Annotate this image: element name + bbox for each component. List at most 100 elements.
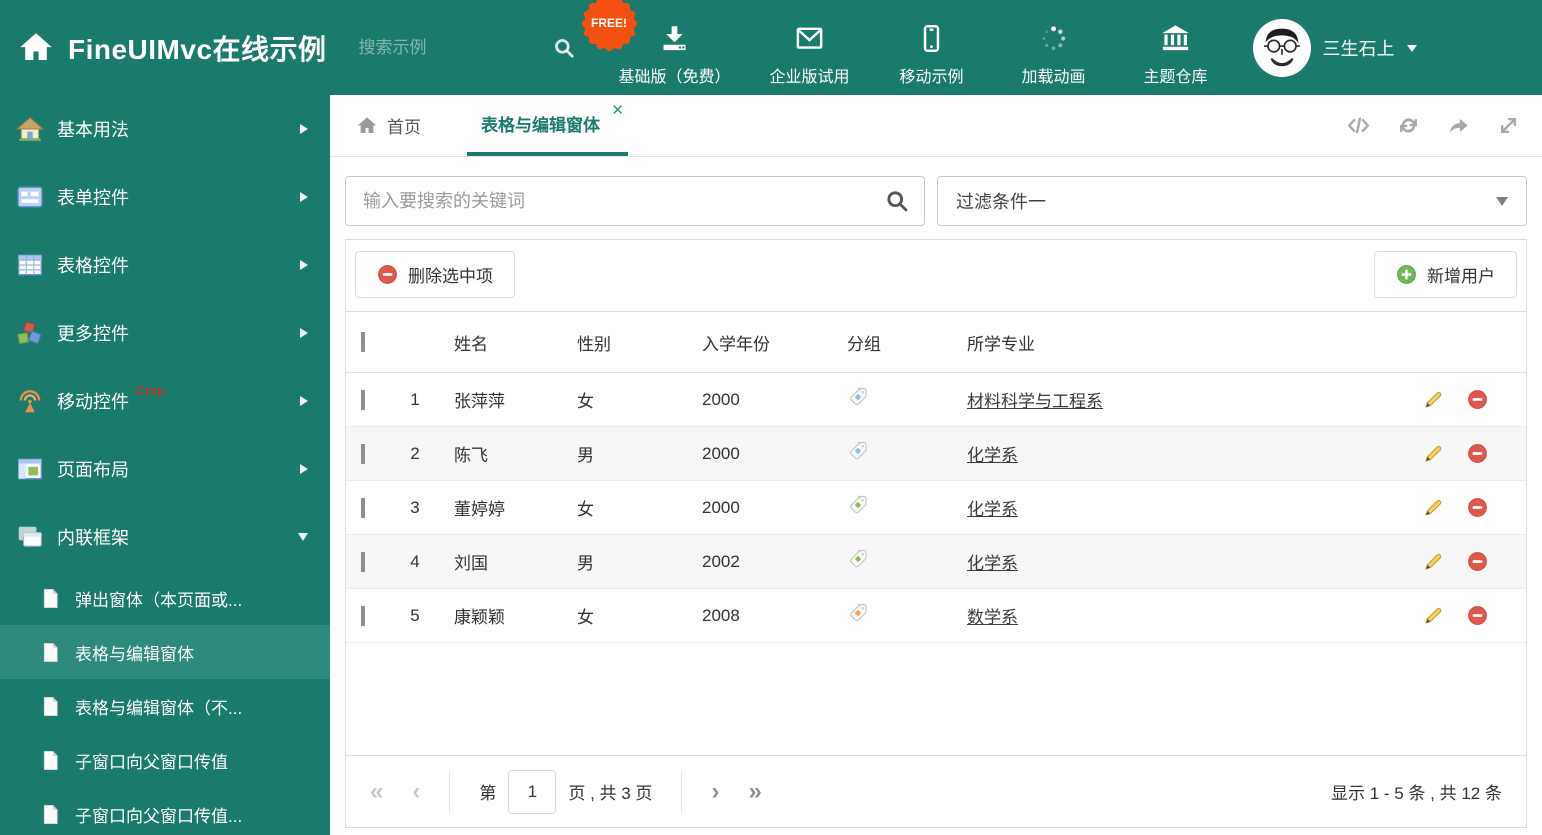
edit-row-icon[interactable] xyxy=(1423,497,1444,518)
row-checkbox[interactable] xyxy=(361,443,365,464)
keyword-search-input[interactable] xyxy=(361,189,885,213)
sidebar-subitem-popup-window[interactable]: 弹出窗体（本页面或... xyxy=(0,571,330,625)
first-page-button[interactable]: « xyxy=(370,779,383,804)
header-search-input[interactable] xyxy=(356,36,545,59)
chevron-right-icon xyxy=(300,124,308,134)
close-icon[interactable]: ✕ xyxy=(611,103,624,118)
row-year: 2002 xyxy=(702,551,740,571)
page-icon xyxy=(40,642,61,663)
main-area: 首页 表格与编辑窗体 ✕ 过滤条件一 删除选中项 xyxy=(330,95,1542,835)
column-major: 所学专业 xyxy=(967,334,1035,354)
chevron-down-icon xyxy=(1496,196,1508,206)
code-icon[interactable] xyxy=(1347,114,1370,137)
search-icon[interactable] xyxy=(885,189,909,213)
row-checkbox[interactable] xyxy=(361,389,365,410)
tab-grid-edit-window[interactable]: 表格与编辑窗体 ✕ xyxy=(467,95,628,156)
sidebar-item-table-controls[interactable]: 表格控件 xyxy=(0,231,330,299)
sidebar-item-label: 表单控件 xyxy=(57,188,129,208)
row-name: 张萍萍 xyxy=(454,392,505,411)
filter-select[interactable]: 过滤条件一 xyxy=(937,176,1527,226)
sidebar-subitem-label: 弹出窗体（本页面或... xyxy=(75,590,243,610)
chevron-right-icon xyxy=(300,396,308,406)
corp-badge: Corp. xyxy=(136,383,168,398)
page-icon xyxy=(40,750,61,771)
sidebar-item-page-layout[interactable]: 页面布局 xyxy=(0,435,330,503)
home-icon xyxy=(18,30,54,66)
edit-row-icon[interactable] xyxy=(1423,443,1444,464)
expand-icon[interactable] xyxy=(1497,114,1520,137)
next-page-button[interactable]: › xyxy=(711,779,719,804)
delete-row-icon[interactable] xyxy=(1467,551,1488,572)
delete-row-icon[interactable] xyxy=(1467,389,1488,410)
header-nav-label: 企业版试用 xyxy=(769,68,850,86)
sidebar-subitem-label: 子窗口向父窗口传值 xyxy=(75,752,228,772)
bank-icon xyxy=(1160,23,1191,54)
sidebar-subitem-label: 表格与编辑窗体 xyxy=(75,644,194,664)
edit-row-icon[interactable] xyxy=(1423,605,1444,626)
sidebar-subitem-child-to-parent-2[interactable]: 子窗口向父窗口传值... xyxy=(0,787,330,835)
select-all-checkbox[interactable] xyxy=(361,332,365,352)
sidebar-item-more-controls[interactable]: 更多控件 xyxy=(0,299,330,367)
row-major-link[interactable]: 数学系 xyxy=(967,608,1018,627)
row-major-link[interactable]: 材料科学与工程系 xyxy=(967,392,1103,411)
delete-row-icon[interactable] xyxy=(1467,605,1488,626)
divider xyxy=(449,770,451,813)
sidebar-item-basic-usage[interactable]: 基本用法 xyxy=(0,95,330,163)
page-icon xyxy=(40,696,61,717)
user-avatar xyxy=(1252,18,1311,77)
brand-home-button[interactable] xyxy=(18,30,54,66)
edit-row-icon[interactable] xyxy=(1423,389,1444,410)
header-nav-loading-animation[interactable]: 加载动画 xyxy=(1011,9,1097,87)
user-menu[interactable]: 三生石上 xyxy=(1252,18,1417,77)
row-name: 康颖颖 xyxy=(454,608,505,627)
row-major-link[interactable]: 化学系 xyxy=(967,446,1018,465)
row-gender: 男 xyxy=(577,446,594,465)
prev-page-button[interactable]: ‹ xyxy=(412,779,420,804)
sidebar-item-mobile-controls[interactable]: 移动控件 Corp. xyxy=(0,367,330,435)
chevron-down-icon xyxy=(298,533,308,541)
envelope-icon xyxy=(794,23,825,54)
header-nav-basic-free[interactable]: FREE! 基础版（免费） xyxy=(580,0,731,87)
row-checkbox[interactable] xyxy=(361,605,365,626)
search-icon[interactable] xyxy=(553,37,575,59)
row-gender: 男 xyxy=(577,554,594,573)
mobile-icon xyxy=(916,23,947,54)
add-user-button[interactable]: 新增用户 xyxy=(1374,251,1517,298)
app-title: FineUIMvc在线示例 xyxy=(68,33,327,65)
sidebar-item-inline-frame[interactable]: 内联框架 xyxy=(0,503,330,571)
grid-icon xyxy=(16,251,44,279)
last-page-button[interactable]: » xyxy=(748,779,761,804)
row-checkbox[interactable] xyxy=(361,551,365,572)
row-checkbox[interactable] xyxy=(361,497,365,518)
grid-panel: 删除选中项 新增用户 姓名 性别 入学年份 分组 所学专业 1 张萍萍女 2000 材… xyxy=(345,239,1527,828)
row-year: 2000 xyxy=(702,497,740,517)
minus-circle-icon xyxy=(377,264,398,285)
tag-icon xyxy=(847,548,869,570)
share-icon[interactable] xyxy=(1447,114,1470,137)
sidebar-subitem-child-to-parent[interactable]: 子窗口向父窗口传值 xyxy=(0,733,330,787)
refresh-icon[interactable] xyxy=(1397,114,1420,137)
row-name: 陈飞 xyxy=(454,446,488,465)
header-nav-mobile-demo[interactable]: 移动示例 xyxy=(889,9,975,87)
tab-home[interactable]: 首页 xyxy=(344,95,433,156)
record-summary: 显示 1 - 5 条 , 共 12 条 xyxy=(1331,784,1502,803)
row-year: 2000 xyxy=(702,443,740,463)
edit-row-icon[interactable] xyxy=(1423,551,1444,572)
header-nav-label: 主题仓库 xyxy=(1143,68,1208,86)
table-row: 2 陈飞 男 2000 化学系 xyxy=(346,427,1526,481)
delete-selected-button[interactable]: 删除选中项 xyxy=(355,251,515,298)
sidebar-item-label: 页面布局 xyxy=(57,460,129,480)
sidebar-subitem-grid-edit-window-no[interactable]: 表格与编辑窗体（不... xyxy=(0,679,330,733)
sidebar-subitem-grid-edit-window[interactable]: 表格与编辑窗体 xyxy=(0,625,330,679)
row-major-link[interactable]: 化学系 xyxy=(967,500,1018,519)
sidebar-item-form-controls[interactable]: 表单控件 xyxy=(0,163,330,231)
page-number-input[interactable] xyxy=(508,769,557,814)
row-major-link[interactable]: 化学系 xyxy=(967,554,1018,573)
delete-row-icon[interactable] xyxy=(1467,497,1488,518)
header-nav-theme-repo[interactable]: 主题仓库 xyxy=(1133,9,1219,87)
cubes-icon xyxy=(16,319,44,347)
row-index: 3 xyxy=(410,497,420,517)
delete-row-icon[interactable] xyxy=(1467,443,1488,464)
antenna-icon xyxy=(16,387,44,415)
header-nav-enterprise-trial[interactable]: 企业版试用 xyxy=(767,9,853,87)
